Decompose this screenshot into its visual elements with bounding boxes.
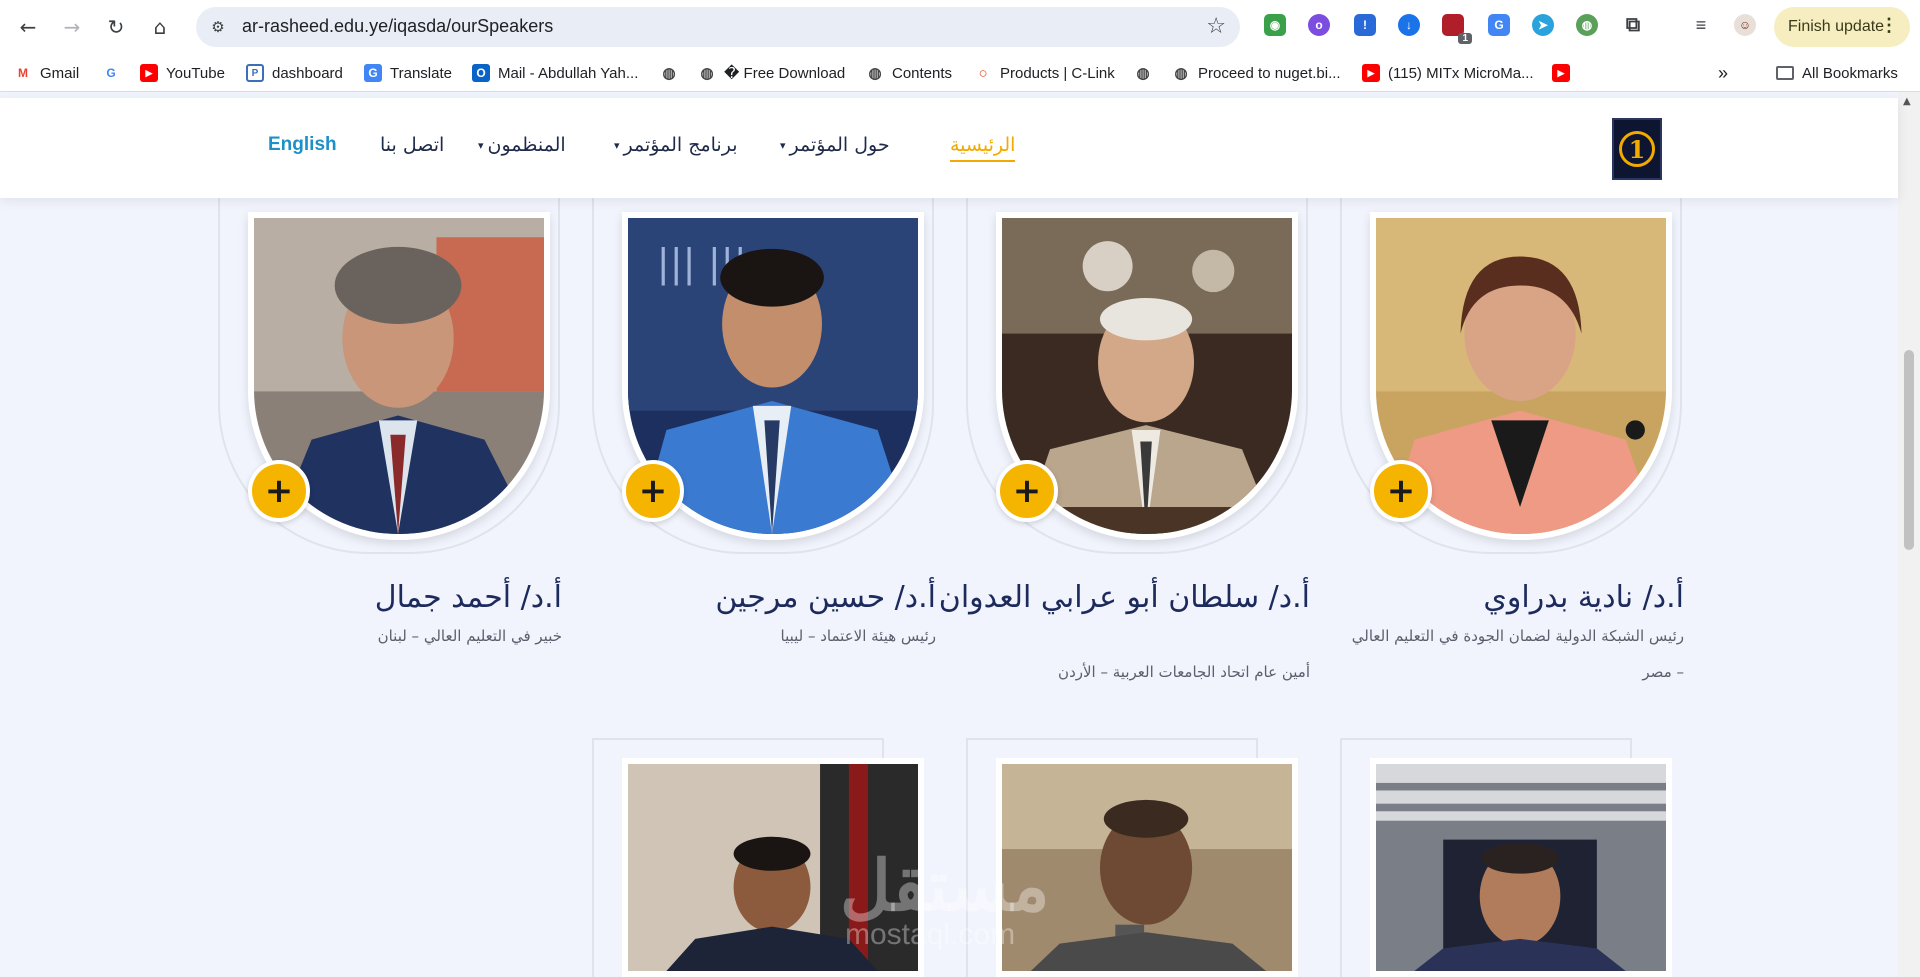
- bookmark-contents[interactable]: ◍ Contents: [866, 62, 952, 84]
- clink-icon: ○: [978, 64, 988, 82]
- google-translate-icon[interactable]: G: [1488, 14, 1510, 36]
- extension-globe-icon[interactable]: ◍: [1576, 14, 1598, 36]
- bookmark-gmail[interactable]: M Gmail: [14, 62, 79, 84]
- bookmark-label: � Free Download: [724, 65, 846, 82]
- bookmark-label: Contents: [892, 64, 953, 82]
- bookmark-free-download[interactable]: ◍ � Free Download: [698, 62, 845, 84]
- bookmark-google[interactable]: G: [102, 62, 128, 84]
- gmail-icon: M: [18, 66, 28, 80]
- youtube-icon: ▶: [140, 64, 158, 82]
- nav-about[interactable]: ▾ حول المؤتمر: [780, 134, 890, 156]
- nav-program[interactable]: ▾ برنامج المؤتمر: [614, 134, 738, 156]
- extension-red-icon[interactable]: 1: [1442, 14, 1472, 44]
- bookmark-dashboard[interactable]: Pdashboard: [246, 62, 343, 84]
- speaker-name: أ.د/ أحمد جمال: [374, 580, 562, 615]
- bookmark-label: dashboard: [272, 64, 343, 82]
- speaker-title: خبير في التعليم العالي – لبنان: [377, 627, 562, 645]
- speaker-details-plus-button[interactable]: +: [996, 460, 1058, 522]
- reading-list-icon[interactable]: ≡: [1690, 14, 1712, 36]
- menu-dots-icon: ⋮: [1880, 15, 1898, 35]
- youtube-icon: ▶: [1552, 64, 1570, 82]
- nav-contact[interactable]: اتصل بنا: [380, 134, 444, 156]
- speaker-details-plus-button[interactable]: +: [248, 460, 310, 522]
- bookmark-mail[interactable]: O Mail - Abdullah Yah...: [472, 62, 638, 84]
- download-extension-icon[interactable]: ↓: [1398, 14, 1420, 36]
- bookmark-globe-1[interactable]: ◍: [660, 62, 686, 84]
- globe-icon: ◍: [662, 65, 676, 82]
- telegram-icon[interactable]: ➤: [1532, 14, 1554, 36]
- extensions-puzzle-icon[interactable]: ⧉: [1622, 14, 1644, 36]
- speaker-photo[interactable]: [1370, 758, 1672, 977]
- speaker-name: أ.د/ نادية بدراوي: [1483, 580, 1684, 615]
- url-text[interactable]: ar-rasheed.edu.ye/iqasda/ourSpeakers: [242, 16, 553, 37]
- browser-toolbar: ← → ↻ ⌂ ⚙ ar-rasheed.edu.ye/iqasda/ourSp…: [0, 0, 1920, 54]
- chevron-down-icon: ▾: [478, 139, 484, 152]
- nav-about-label: حول المؤتمر: [789, 134, 890, 156]
- dashboard-icon: P: [246, 64, 264, 82]
- globe-icon: ◍: [1174, 65, 1188, 82]
- bookmark-globe-2[interactable]: ◍: [1134, 62, 1160, 84]
- translate-icon: G: [364, 64, 382, 82]
- all-bookmarks-label: All Bookmarks: [1802, 64, 1898, 82]
- bookmark-mitx[interactable]: ▶ (115) MITx MicroMa...: [1362, 62, 1534, 84]
- scroll-up-arrow-icon[interactable]: ▲: [1903, 96, 1911, 107]
- home-icon[interactable]: ⌂: [144, 11, 176, 43]
- reload-icon[interactable]: ↻: [100, 11, 132, 43]
- watermark-arabic: مستقل: [840, 847, 1050, 925]
- bookmark-youtube-2[interactable]: ▶: [1552, 62, 1578, 84]
- nav-home[interactable]: الرئيسية: [950, 134, 1016, 162]
- nav-organizers[interactable]: ▾ المنظمون: [478, 134, 566, 156]
- bookmark-label: Mail - Abdullah Yah...: [498, 64, 639, 82]
- back-arrow-icon[interactable]: ←: [12, 11, 44, 43]
- bookmark-star-icon[interactable]: ☆: [1206, 14, 1226, 39]
- bookmark-clink[interactable]: ○ Products | C-Link: [974, 62, 1115, 84]
- speaker-details-plus-button[interactable]: +: [622, 460, 684, 522]
- bookmark-label: YouTube: [166, 64, 225, 82]
- speaker-details-plus-button[interactable]: +: [1370, 460, 1432, 522]
- bookmark-label: Products | C-Link: [1000, 64, 1115, 82]
- youtube-icon: ▶: [1362, 64, 1380, 82]
- more-bookmarks-button[interactable]: »: [1718, 62, 1728, 84]
- folder-icon: [1776, 66, 1794, 80]
- globe-icon: ◍: [868, 65, 882, 82]
- bookmark-label: Translate: [390, 64, 452, 82]
- address-bar[interactable]: ⚙ ar-rasheed.edu.ye/iqasda/ourSpeakers ☆: [196, 7, 1240, 47]
- speaker-title: أمين عام اتحاد الجامعات العربية – الأردن: [1058, 663, 1310, 681]
- chevron-down-icon: ▾: [614, 139, 620, 152]
- site-info-icon[interactable]: ⚙: [206, 15, 230, 39]
- watermark-latin: mostaql.com: [845, 918, 1016, 951]
- bookmarks-bar: M Gmail G ▶ YouTube Pdashboard G Translate …: [0, 54, 1920, 92]
- extension-badge: 1: [1458, 33, 1472, 44]
- extension-green-icon[interactable]: ◉: [1264, 14, 1286, 36]
- extension-shield-icon[interactable]: !: [1354, 14, 1376, 36]
- bookmark-label: Proceed to nuget.bi...: [1198, 64, 1341, 82]
- all-bookmarks-folder[interactable]: All Bookmarks: [1776, 62, 1898, 84]
- finish-update-label: Finish update: [1788, 18, 1885, 35]
- speaker-title: رئيس هيئة الاعتماد – ليبيا: [780, 627, 937, 645]
- bookmark-label: Gmail: [40, 64, 80, 82]
- bookmark-nuget[interactable]: ◍ Proceed to nuget.bi...: [1172, 62, 1341, 84]
- page-scrollbar[interactable]: ▲: [1898, 92, 1920, 977]
- language-switch-link[interactable]: English: [268, 134, 337, 156]
- nav-program-label: برنامج المؤتمر: [623, 134, 738, 156]
- speaker-name: أ.د/ حسين مرجين: [715, 580, 936, 615]
- chevron-down-icon: ▾: [780, 139, 786, 152]
- speaker-title: رئيس الشبكة الدولية لضمان الجودة في التع…: [1351, 627, 1684, 681]
- globe-icon: ◍: [1136, 65, 1150, 82]
- site-logo[interactable]: 1: [1612, 118, 1662, 180]
- finish-update-button[interactable]: Finish update ⋮: [1774, 7, 1910, 47]
- forward-arrow-icon[interactable]: →: [56, 11, 88, 43]
- nav-organizers-label: المنظمون: [487, 134, 566, 156]
- outlook-icon: O: [472, 64, 490, 82]
- bookmark-translate[interactable]: G Translate: [364, 62, 452, 84]
- extension-purple-icon[interactable]: o: [1308, 14, 1330, 36]
- profile-avatar[interactable]: ☺: [1734, 14, 1756, 36]
- logo-number: 1: [1619, 131, 1655, 167]
- speaker-name: أ.د/ سلطان أبو عرابي العدوان: [938, 580, 1310, 615]
- bookmark-youtube[interactable]: ▶ YouTube: [140, 62, 225, 84]
- scrollbar-thumb[interactable]: [1904, 350, 1914, 550]
- bookmark-label: (115) MITx MicroMa...: [1388, 64, 1534, 82]
- google-icon: G: [106, 66, 116, 80]
- globe-icon: ◍: [700, 65, 714, 82]
